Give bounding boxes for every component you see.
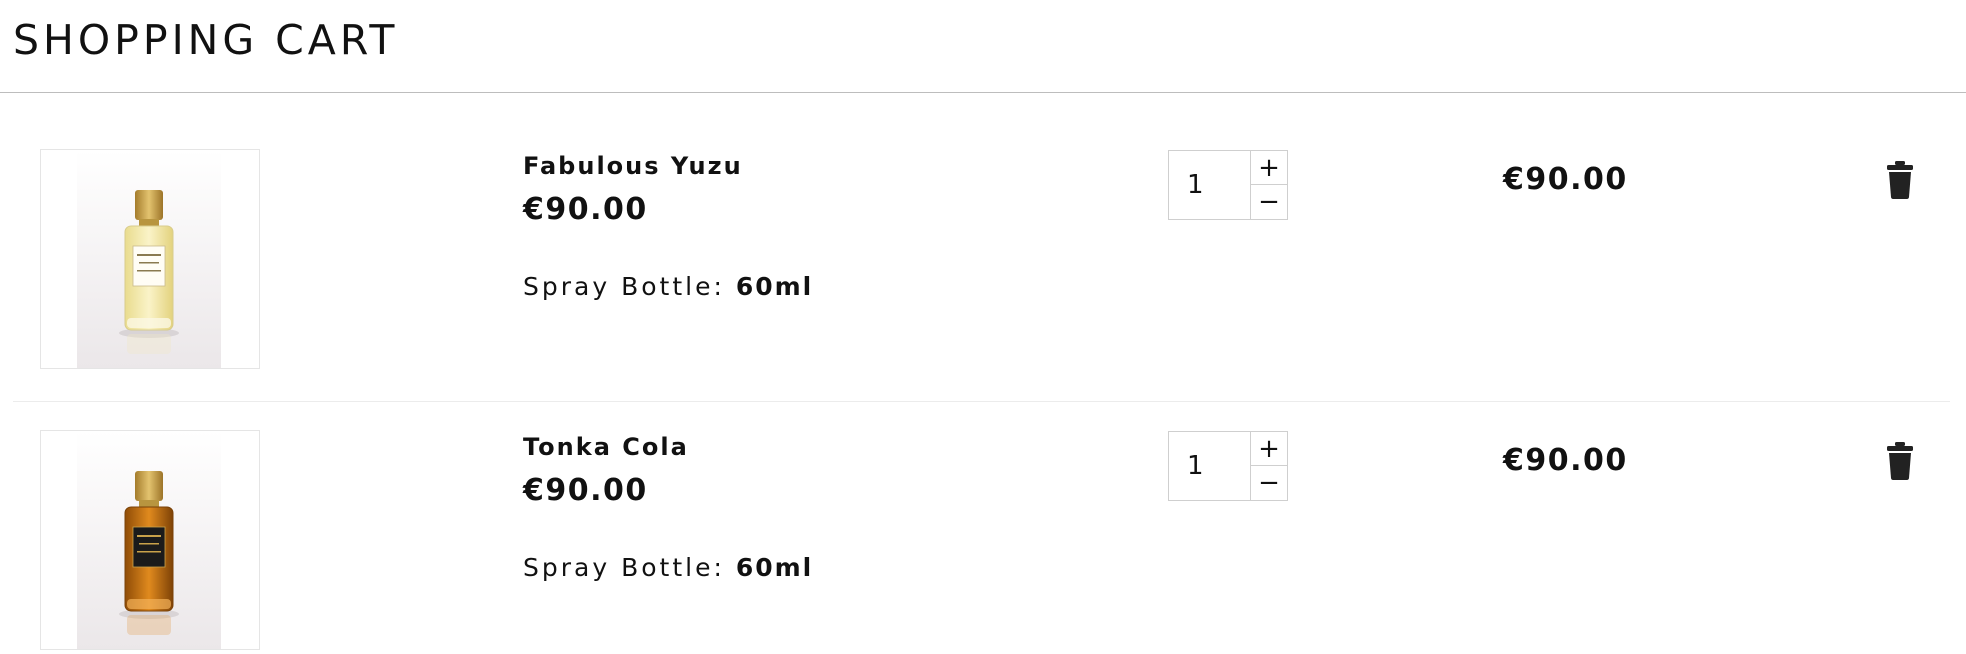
perfume-bottle-image [77, 431, 221, 649]
quantity-input[interactable] [1169, 151, 1251, 219]
quantity-stepper: + − [1168, 431, 1288, 501]
product-name[interactable]: Tonka Cola [523, 433, 689, 461]
unit-price: €90.00 [523, 473, 648, 508]
unit-price: €90.00 [523, 192, 648, 227]
perfume-bottle-image [77, 150, 221, 368]
variant-option: Spray Bottle: 60ml [523, 272, 813, 301]
variant-value: 60ml [735, 553, 814, 582]
quantity-input[interactable] [1169, 432, 1251, 500]
decrease-quantity-button[interactable]: − [1251, 466, 1287, 500]
variant-option: Spray Bottle: 60ml [523, 553, 813, 582]
line-total: €90.00 [1503, 443, 1628, 478]
cart-item-fabulous-yuzu: Fabulous Yuzu €90.00 Spray Bottle: 60ml … [0, 92, 1966, 372]
product-name[interactable]: Fabulous Yuzu [523, 152, 743, 180]
page-title: SHOPPING CART [13, 16, 399, 64]
line-total: €90.00 [1503, 162, 1628, 197]
trash-icon [1887, 442, 1913, 480]
trash-icon [1887, 161, 1913, 199]
quantity-stepper: + − [1168, 150, 1288, 220]
remove-item-button[interactable] [1884, 160, 1916, 200]
product-image-tonka-cola[interactable] [40, 430, 260, 650]
increase-quantity-button[interactable]: + [1251, 432, 1287, 466]
cart-item-tonka-cola: Tonka Cola €90.00 Spray Bottle: 60ml + −… [0, 373, 1966, 653]
increase-quantity-button[interactable]: + [1251, 151, 1287, 185]
variant-value: 60ml [735, 272, 814, 301]
decrease-quantity-button[interactable]: − [1251, 185, 1287, 219]
product-image-fabulous-yuzu[interactable] [40, 149, 260, 369]
variant-label: Spray Bottle: [523, 272, 725, 301]
variant-label: Spray Bottle: [523, 553, 725, 582]
remove-item-button[interactable] [1884, 441, 1916, 481]
